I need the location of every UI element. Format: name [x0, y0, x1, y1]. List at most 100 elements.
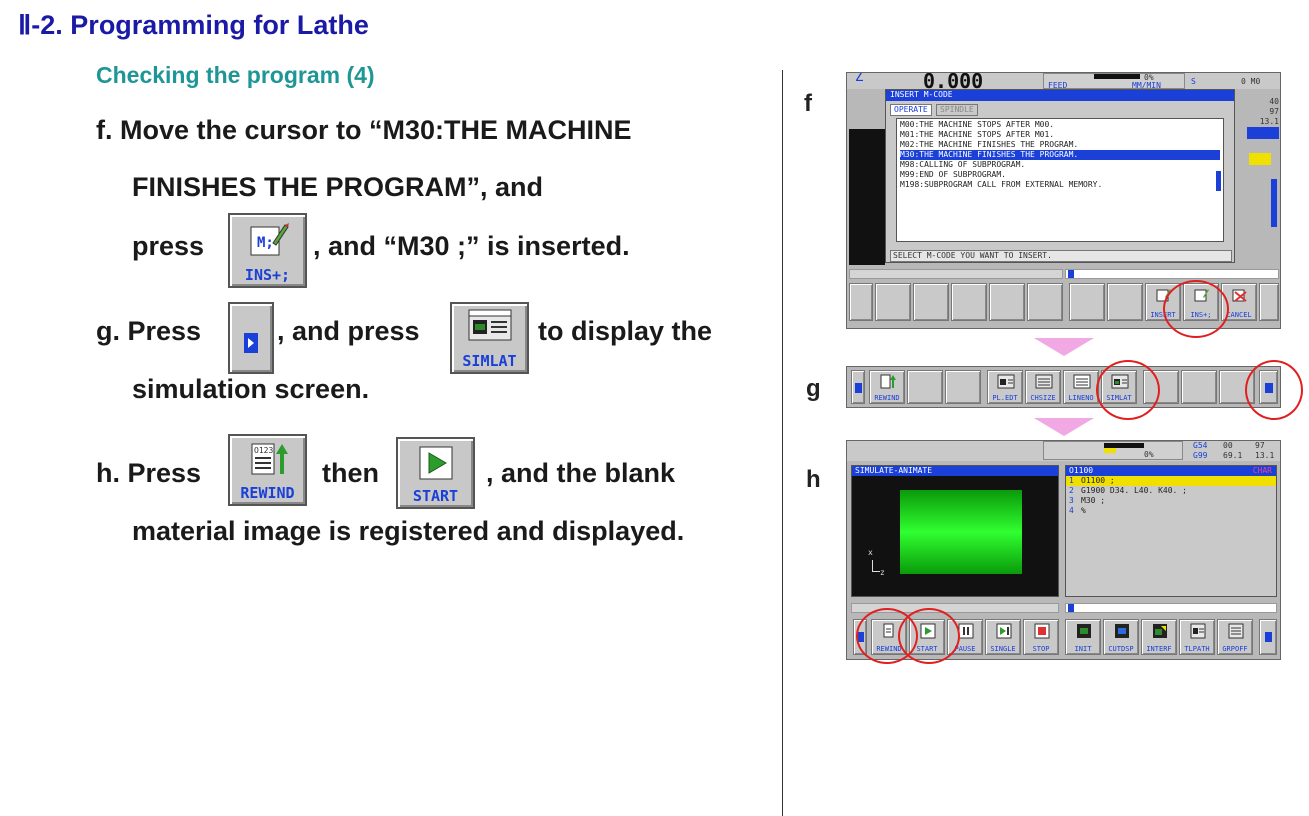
softkey-f-4[interactable] — [951, 283, 987, 321]
program-line[interactable]: 4% — [1066, 506, 1276, 516]
softkey-h-single[interactable]: SINGLE — [985, 619, 1021, 655]
start-key-button[interactable]: START — [396, 437, 475, 509]
softkey-f-7[interactable] — [1069, 283, 1105, 321]
start-key-label: START — [412, 487, 459, 505]
init-icon — [1077, 624, 1091, 638]
simulation-screen-icon — [468, 309, 511, 341]
scroll-arrow-indicator — [1247, 127, 1279, 139]
softkey-g-chsize[interactable]: CHSIZE — [1025, 370, 1061, 404]
graph-off-icon — [1228, 623, 1244, 639]
softkey-g-rewind[interactable]: REWIND — [869, 370, 905, 404]
softkey-f-1[interactable] — [849, 283, 873, 321]
mcode-list-item-selected[interactable]: M30:THE MACHINE FINISHES THE PROGRAM. — [900, 150, 1220, 160]
axis-z-label-h: z — [880, 568, 885, 577]
step-h-mid: then — [322, 458, 379, 488]
softkey-g-pledt[interactable]: PL.EDT — [987, 370, 1023, 404]
program-line-text: G1900 D34. L40. K40. ; — [1081, 486, 1187, 495]
softkey-g-4[interactable] — [945, 370, 981, 404]
mcode-list-item[interactable]: M99:END OF SUBPROGRAM. — [900, 170, 1220, 180]
step-f-after: , and “M30 ;” is inserted. — [313, 231, 630, 261]
program-line[interactable]: 2 G1900 D34. L40. K40. ; — [1066, 486, 1276, 496]
softkey-g-prev[interactable] — [851, 370, 865, 404]
down-arrow-2 — [1034, 418, 1094, 436]
char-mode-label: CHAR — [1252, 466, 1272, 475]
program-line[interactable]: 3 M30 ; — [1066, 496, 1276, 506]
pause-icon — [958, 623, 974, 639]
page-title: Ⅱ-2. Programming for Lathe — [18, 10, 369, 40]
list-scroll-thumb — [1216, 171, 1221, 191]
program-panel: O1100 CHAR 1 O1100 ; 2 G1900 D34. L40. K40.… — [1065, 465, 1277, 597]
softkey-h-init[interactable]: INIT — [1065, 619, 1101, 655]
mcode-list-item[interactable]: M00:THE MACHINE STOPS AFTER M00. — [900, 120, 1220, 130]
step-g-line2: simulation screen. — [132, 374, 370, 404]
highlight-ring-simlat — [1096, 360, 1160, 420]
mcode-list-item[interactable]: M02:THE MACHINE FINISHES THE PROGRAM. — [900, 140, 1220, 150]
step-g-after: to display the — [538, 316, 713, 346]
status-g54: G54 G99 — [1193, 441, 1208, 460]
ins-plus-key-button[interactable]: M; INS+; — [228, 213, 307, 288]
softkey-f-last[interactable] — [1259, 283, 1279, 321]
next-page-key-button[interactable] — [228, 302, 274, 374]
line-number-icon — [1073, 374, 1091, 389]
softkey-g-3[interactable] — [907, 370, 943, 404]
svg-text:M;: M; — [257, 235, 274, 251]
column-divider — [782, 70, 783, 816]
program-line-text: % — [1081, 506, 1086, 515]
softkey-h-next[interactable] — [1259, 619, 1277, 655]
feed-box-h: 0% — [1043, 441, 1183, 460]
simlat-key-button[interactable]: SIMLAT — [450, 302, 529, 374]
tab-operate[interactable]: OPERATE — [890, 104, 932, 116]
softkey-h-tlpath[interactable]: TLPATH — [1179, 619, 1215, 655]
input-line-h-right — [1065, 603, 1277, 613]
mcode-list-item[interactable]: M98:CALLING OF SUBPROGRAM. — [900, 160, 1220, 170]
step-h-press: h. Press — [96, 458, 202, 488]
program-line-number: 4 — [1069, 506, 1074, 515]
highlight-ring-start — [898, 608, 960, 664]
softkey-f-3[interactable] — [913, 283, 949, 321]
rewind-icon — [880, 374, 896, 389]
softkey-h-cutdsp[interactable]: CUTDSP — [1103, 619, 1139, 655]
program-line-text: O1100 ; — [1081, 476, 1115, 485]
interference-icon — [1153, 624, 1167, 638]
softkey-g-10[interactable] — [1181, 370, 1217, 404]
simlat-key-label: SIMLAT — [462, 352, 517, 370]
simulate-title: SIMULATE-ANIMATE — [852, 466, 1058, 476]
softkey-f-6[interactable] — [1027, 283, 1063, 321]
program-title: O1100 CHAR — [1066, 466, 1276, 476]
status-right: 97 13.1 — [1255, 441, 1275, 460]
program-line-number: 1 — [1069, 476, 1074, 485]
softkey-g-lineno[interactable]: LINENO — [1063, 370, 1099, 404]
down-arrow-1 — [1034, 338, 1094, 356]
softkey-h-grpoff[interactable]: GRPOFF — [1217, 619, 1253, 655]
highlight-ring-next — [1245, 360, 1303, 420]
program-line[interactable]: 1 O1100 ; — [1066, 476, 1276, 486]
program-line-number: 2 — [1069, 486, 1074, 495]
cancel-icon — [1232, 289, 1247, 302]
softkey-h-stop[interactable]: STOP — [1023, 619, 1059, 655]
softkey-h-interf[interactable]: INTERF — [1141, 619, 1177, 655]
input-line — [849, 269, 1063, 279]
cut-display-icon — [1115, 624, 1129, 638]
rewind-key-button[interactable]: O123 REWIND — [228, 434, 307, 506]
axis-z-label: Z — [855, 72, 864, 85]
step-g-mid: , and press — [277, 316, 420, 346]
highlight-ring-ins-plus — [1163, 280, 1229, 338]
mcode-list-item[interactable]: M198:SUBPROGRAM CALL FROM EXTERNAL MEMOR… — [900, 180, 1220, 190]
mcode-list-item[interactable]: M01:THE MACHINE STOPS AFTER M01. — [900, 130, 1220, 140]
tab-spindle[interactable]: SPINDLE — [936, 104, 978, 116]
chevron-right-icon — [244, 333, 258, 353]
side-scroll-thumb — [1271, 179, 1277, 227]
status-mid: 00 69.1 — [1223, 441, 1243, 460]
material-blank — [900, 490, 1022, 574]
single-step-icon — [996, 623, 1012, 639]
prompt-line: SELECT M-CODE YOU WANT TO INSERT. — [890, 250, 1232, 262]
softkey-f-8[interactable] — [1107, 283, 1143, 321]
softkey-f-2[interactable] — [875, 283, 911, 321]
ins-plus-key-label: INS+; — [244, 266, 291, 284]
softkey-f-5[interactable] — [989, 283, 1025, 321]
program-line-text: M30 ; — [1081, 496, 1106, 505]
figure-letter-h: h — [806, 466, 821, 493]
step-g-press: g. Press — [96, 316, 202, 346]
dialog-title: INSERT M-CODE — [886, 90, 1234, 101]
rewind-key-label: REWIND — [240, 484, 295, 502]
